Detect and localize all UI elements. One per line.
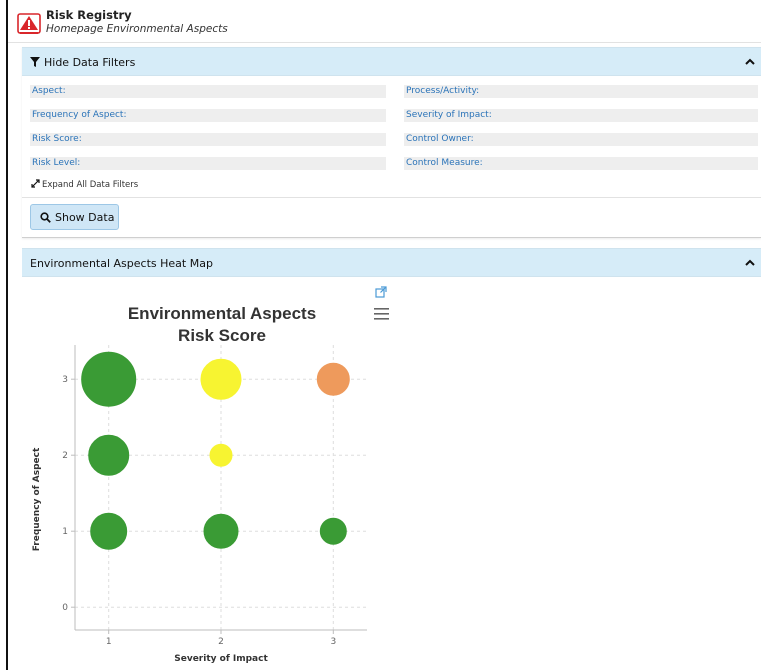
y-axis-title: Frequency of Aspect: [32, 447, 42, 551]
y-tick-label: 2: [62, 451, 68, 461]
show-data-button[interactable]: Show Data: [30, 204, 119, 230]
hamburger-menu-icon[interactable]: [374, 308, 389, 320]
data-bubble: [88, 434, 130, 476]
warning-triangle-icon: [17, 13, 41, 34]
filters-divider: [22, 197, 761, 198]
x-tick-label: 2: [218, 637, 224, 647]
x-tick-label: 1: [106, 637, 112, 647]
x-tick-label: 3: [330, 637, 336, 647]
filter-control-measure[interactable]: Control Measure:: [404, 157, 758, 170]
filter-risk-score[interactable]: Risk Score:: [30, 133, 386, 146]
risk-score-bubble-chart: 1 2 3 0 1 2 3 Environmental Aspects Risk Score Se…: [32, 286, 389, 664]
data-bubble: [81, 351, 137, 407]
app-subtitle: Homepage Environmental Aspects: [46, 23, 228, 35]
filter-frequency-of-aspect[interactable]: Frequency of Aspect:: [30, 109, 386, 122]
filter-control-owner[interactable]: Control Owner:: [404, 133, 758, 146]
expand-all-filters-link[interactable]: Expand All Data Filters: [31, 179, 138, 190]
expand-all-filters-label: Expand All Data Filters: [42, 180, 139, 190]
chart-title-line: Environmental Aspects: [128, 304, 316, 323]
filter-risk-level[interactable]: Risk Level:: [30, 157, 386, 170]
filters-toggle-label[interactable]: Hide Data Filters: [44, 56, 135, 69]
data-bubble: [200, 358, 242, 400]
x-axis-title: Severity of Impact: [174, 654, 268, 664]
data-bubble: [203, 513, 239, 549]
data-filters-panel: Hide Data Filters Aspect: Frequency of A…: [22, 47, 761, 238]
data-bubble: [209, 443, 233, 467]
app-window: Risk Registry Homepage Environmental Asp…: [6, 0, 761, 670]
filter-aspect[interactable]: Aspect:: [30, 85, 386, 98]
app-title: Risk Registry: [46, 8, 132, 22]
expand-arrows-icon: [31, 179, 40, 188]
external-link-icon[interactable]: [375, 286, 387, 298]
search-icon: [40, 212, 51, 223]
data-bubble: [316, 362, 350, 396]
heat-map-header[interactable]: Environmental Aspects Heat Map: [22, 248, 761, 277]
y-tick-label: 1: [62, 527, 68, 537]
filter-icon: [30, 57, 40, 67]
app-header: Risk Registry Homepage Environmental Asp…: [8, 0, 761, 43]
filter-severity-of-impact[interactable]: Severity of Impact:: [404, 109, 758, 122]
chevron-up-icon[interactable]: [743, 256, 757, 270]
data-bubble: [90, 512, 128, 550]
filters-toggle-bar[interactable]: Hide Data Filters: [22, 47, 761, 76]
heat-map-title: Environmental Aspects Heat Map: [30, 257, 213, 270]
show-data-label: Show Data: [55, 211, 115, 224]
chevron-up-icon[interactable]: [743, 55, 757, 69]
y-tick-label: 0: [62, 603, 68, 613]
chart-title-line: Risk Score: [178, 326, 266, 345]
y-tick-label: 3: [62, 375, 68, 385]
heat-map-panel: Environmental Aspects Heat Map 1 2 3 0 1 2 3 En…: [22, 248, 761, 670]
data-bubble: [319, 517, 347, 545]
filter-process-activity[interactable]: Process/Activity:: [404, 85, 758, 98]
